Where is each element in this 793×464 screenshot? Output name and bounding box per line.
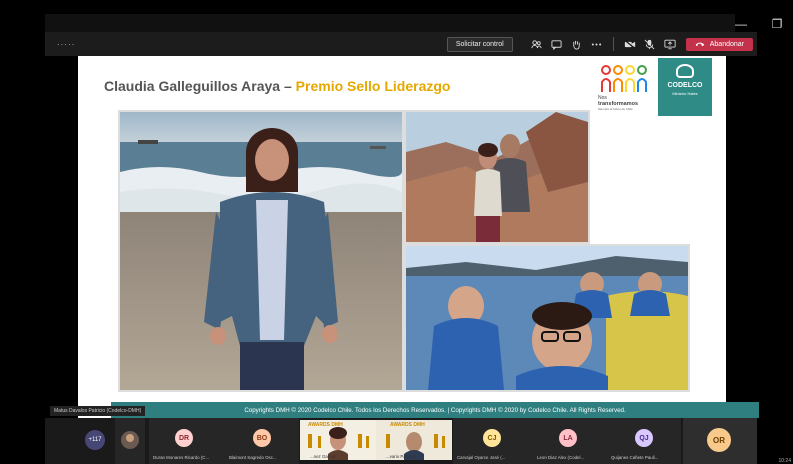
participant-tile[interactable]: BO Blaimont Sagredo Osc... xyxy=(227,418,299,464)
participant-name: Blaimont Sagredo Osc... xyxy=(229,455,277,460)
photo-beach-portrait xyxy=(120,112,402,390)
leave-call-label: Abandonar xyxy=(709,40,744,48)
leave-call-button[interactable]: Abandonar xyxy=(685,37,753,51)
participant-tile-self[interactable]: OR xyxy=(683,418,757,464)
participant-tile[interactable]: LA Leon Diaz Alex (Codel... xyxy=(533,418,607,464)
shared-screen: Claudia Galleguillos Araya – Premio Sell… xyxy=(45,56,759,418)
nos-transformamos-logo: Nos transformamos Siempre al futuro de C… xyxy=(596,62,656,114)
phone-hangup-icon xyxy=(695,42,705,47)
awards-label-left: AWARDS DMH xyxy=(308,422,343,428)
participant-avatar: LA xyxy=(559,429,577,447)
mic-off-icon[interactable] xyxy=(643,37,657,51)
awards-label-right: AWARDS DMH xyxy=(390,422,425,428)
awards-video-tile[interactable]: AWARDS DMH AWARDS DMH ...nez Garrido ...… xyxy=(300,420,452,460)
participant-strip: +117 DR Duran Monares Ricardo (C... BO B… xyxy=(45,418,757,464)
presentation-slide: Claudia Galleguillos Araya – Premio Sell… xyxy=(78,56,759,418)
participant-avatar: QJ xyxy=(635,429,653,447)
restore-icon[interactable]: ❐ xyxy=(769,17,785,31)
speaker-name-label: Matus Davalos Patricio (Codelco-DMH) xyxy=(50,406,146,416)
raise-hand-icon[interactable] xyxy=(570,37,584,51)
codelco-mark-icon xyxy=(676,64,694,78)
photo-couple-canyon xyxy=(406,112,588,242)
participant-photo-avatar xyxy=(121,431,139,449)
slide-title-award: Premio Sello Liderazgo xyxy=(295,78,451,94)
call-timer: ····· xyxy=(57,39,76,49)
logo-nos-line3: Siempre al futuro de Chile xyxy=(598,107,633,111)
participant-name: Quijanes Cañete Pauli... xyxy=(611,455,659,460)
photo-kayak-selfie xyxy=(406,246,688,390)
codelco-logo-text: CODELCO xyxy=(667,82,703,89)
request-control-button[interactable]: Solicitar control xyxy=(446,36,513,52)
participant-avatar: OR xyxy=(707,428,731,452)
participant-avatar: DR xyxy=(175,429,193,447)
slide-title-name: Claudia Galleguillos Araya xyxy=(104,78,281,94)
toolbar-divider xyxy=(612,37,614,51)
more-participants-button[interactable]: +117 xyxy=(85,430,105,450)
minimize-icon[interactable]: — xyxy=(733,17,749,31)
participant-name: Carvajal Oyarce José (... xyxy=(457,455,506,460)
participant-avatar: BO xyxy=(253,429,271,447)
participant-tile[interactable]: DR Duran Monares Ricardo (C... xyxy=(149,418,227,464)
share-screen-icon[interactable] xyxy=(663,37,677,51)
participant-tile[interactable]: QJ Quijanes Cañete Pauli... xyxy=(607,418,681,464)
more-options-icon[interactable] xyxy=(590,37,604,51)
participant-tile[interactable]: CJ Carvajal Oyarce José (... xyxy=(453,418,533,464)
participant-name: Leon Diaz Alex (Codel... xyxy=(537,455,585,460)
system-clock: 10:24 xyxy=(778,458,791,464)
awards-name-left: ...nez Garrido xyxy=(310,454,337,459)
slide-title-dash: – xyxy=(280,78,296,94)
participant-avatar: CJ xyxy=(483,429,501,447)
camera-off-icon[interactable] xyxy=(623,37,637,51)
chat-icon[interactable] xyxy=(550,37,564,51)
slide-title: Claudia Galleguillos Araya – Premio Sell… xyxy=(104,78,451,94)
call-toolbar: ····· Solicitar control Abandonar xyxy=(45,32,757,56)
codelco-logo-sub: Ministro Hales xyxy=(672,91,698,96)
top-bar xyxy=(45,14,735,32)
participant-name: Duran Monares Ricardo (C... xyxy=(153,455,210,460)
codelco-logo: CODELCO Ministro Hales xyxy=(658,58,712,116)
participant-tile-photo[interactable] xyxy=(115,418,145,464)
awards-name-right: ...vario Patricio xyxy=(386,454,416,459)
participants-icon[interactable] xyxy=(530,37,544,51)
slide-footer: Copyrights DMH © 2020 Codelco Chile. Tod… xyxy=(111,402,759,418)
